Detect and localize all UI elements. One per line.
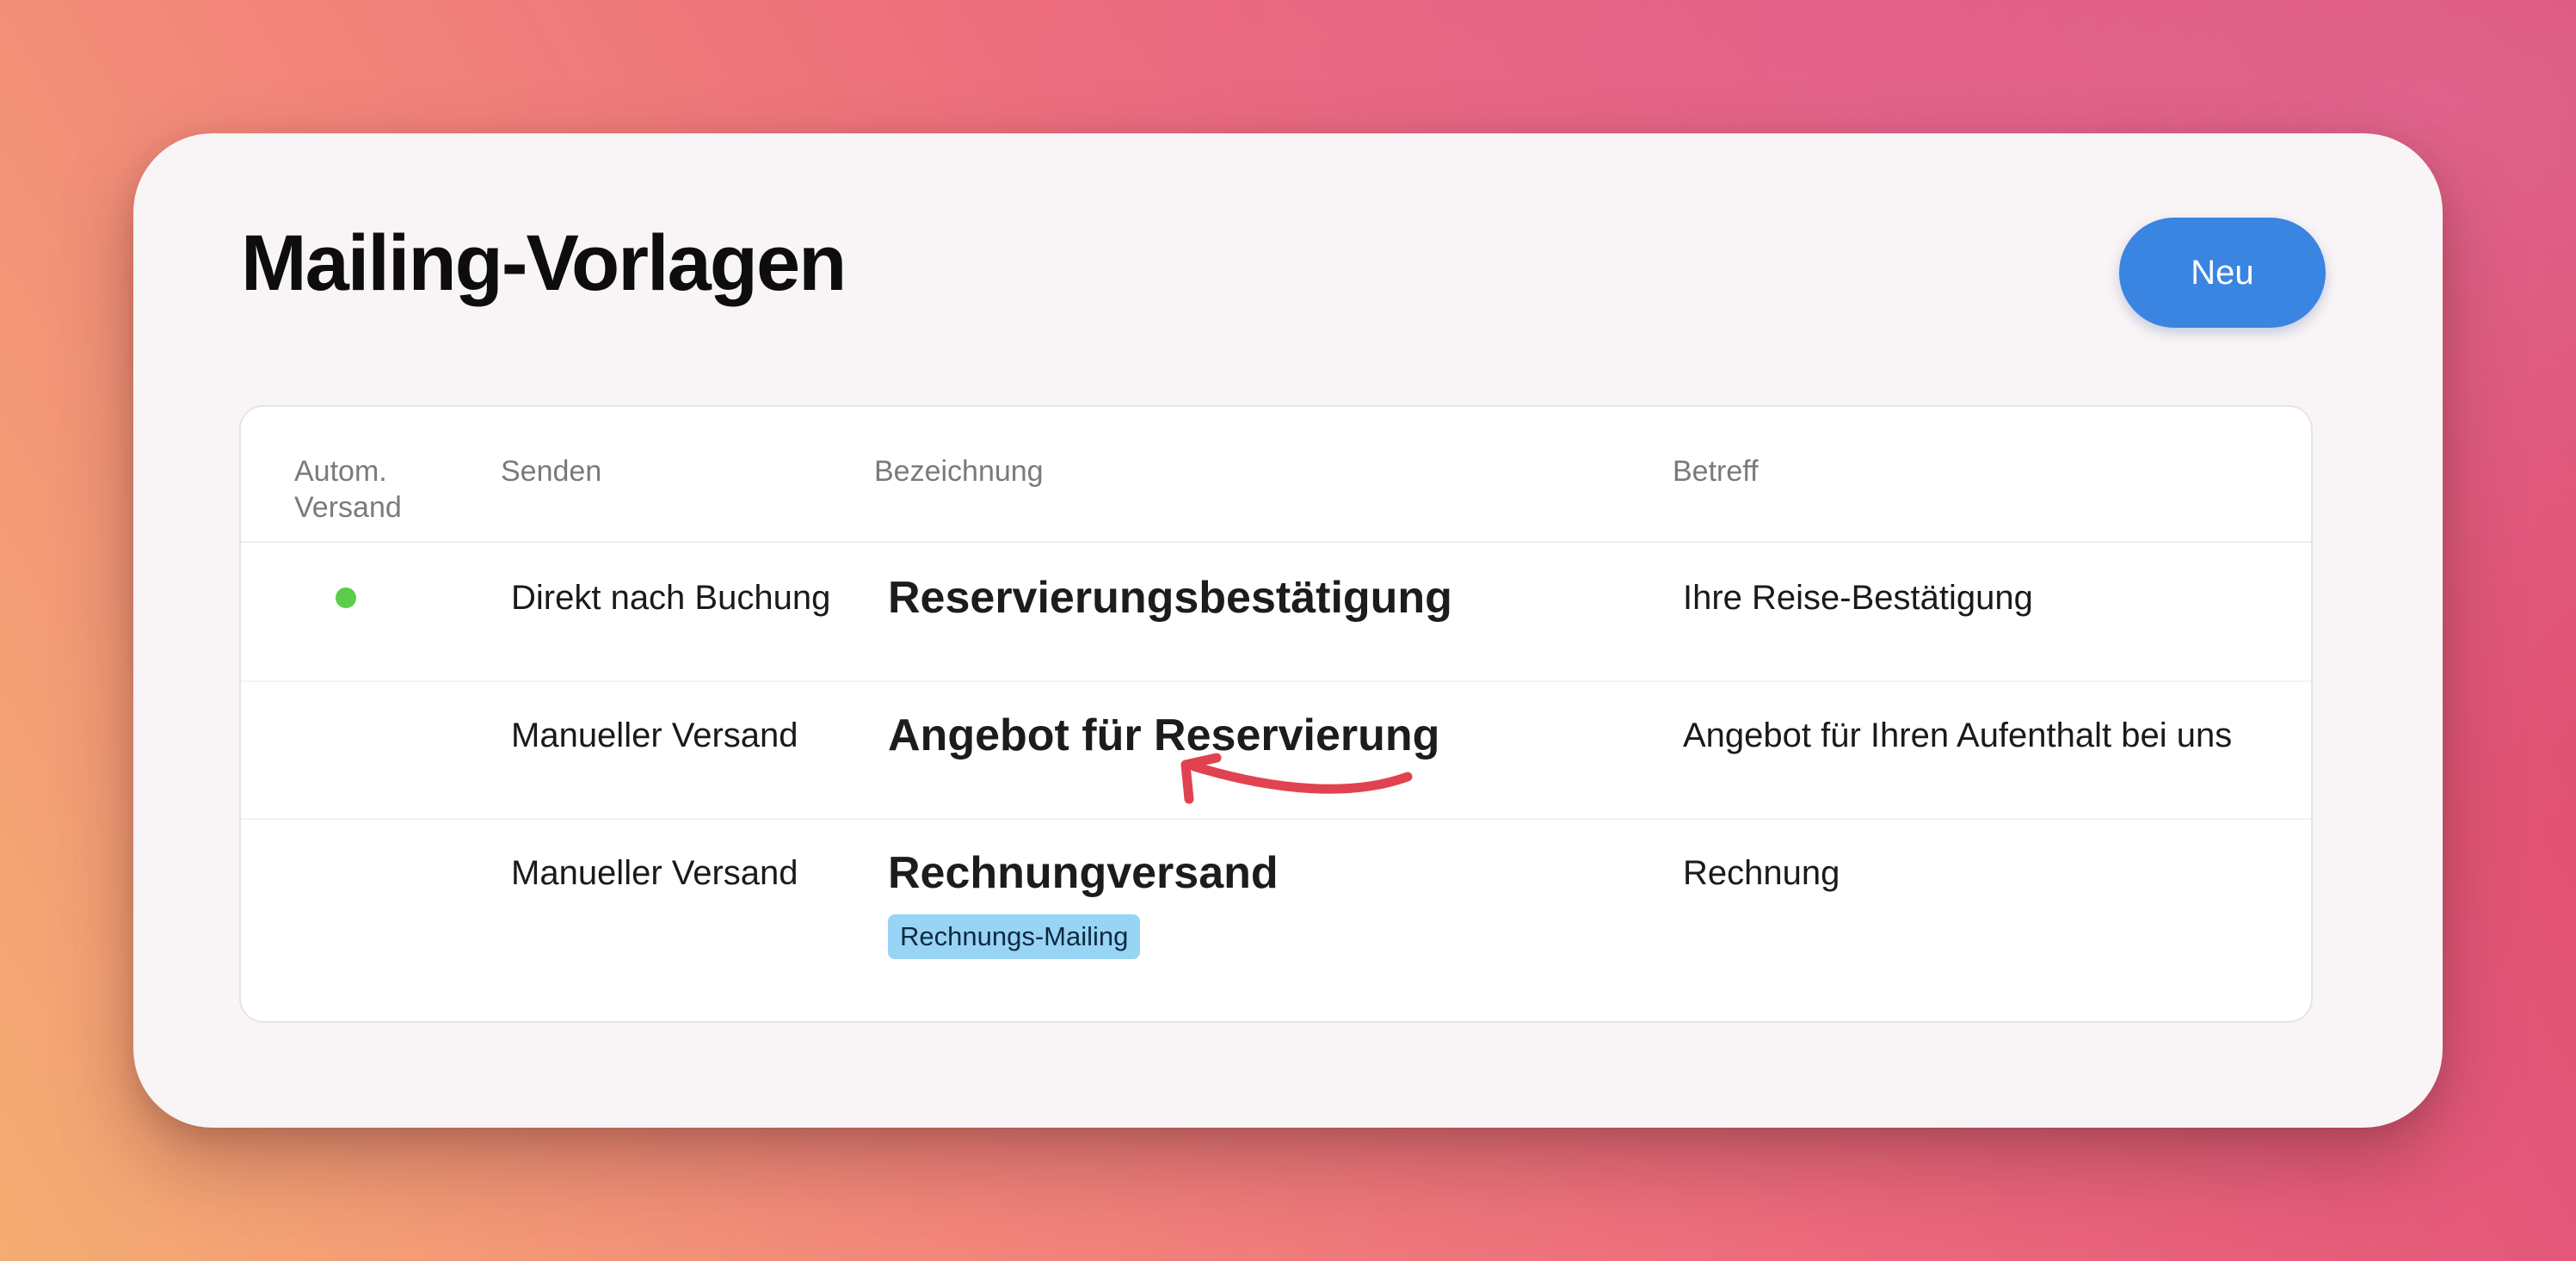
row-send-mode: Direkt nach Buchung [511,579,831,617]
templates-table: Autom. Versand Senden Bezeichnung Betref… [239,405,2313,1023]
table-row[interactable]: Manueller Versand Rechnungversand Rechnu… [241,820,2311,1021]
column-header-name[interactable]: Bezeichnung [874,453,1044,489]
mailing-templates-card: Mailing-Vorlagen Neu Autom. Versand Send… [133,133,2443,1128]
table-row[interactable]: Direkt nach Buchung Reservierungsbestäti… [241,543,2311,680]
column-header-auto-send[interactable]: Autom. Versand [294,453,449,526]
page-title: Mailing-Vorlagen [241,219,847,307]
template-tag-badge: Rechnungs-Mailing [888,914,1141,959]
annotation-curved-arrow-icon [1180,753,1413,804]
column-header-send[interactable]: Senden [501,453,601,489]
row-subject: Rechnung [1683,854,1840,892]
new-template-button[interactable]: Neu [2119,218,2326,328]
row-template-name[interactable]: Rechnungversand [888,847,1279,899]
column-header-subject[interactable]: Betreff [1673,453,1759,489]
row-template-name[interactable]: Reservierungsbestätigung [888,572,1452,624]
auto-send-active-indicator [336,587,356,608]
row-send-mode: Manueller Versand [511,717,798,754]
row-subject: Angebot für Ihren Aufenthalt bei uns [1683,717,2233,754]
row-subject: Ihre Reise-Bestätigung [1683,579,2033,617]
table-row[interactable]: Manueller Versand Angebot für Reservieru… [241,682,2311,818]
row-send-mode: Manueller Versand [511,854,798,892]
